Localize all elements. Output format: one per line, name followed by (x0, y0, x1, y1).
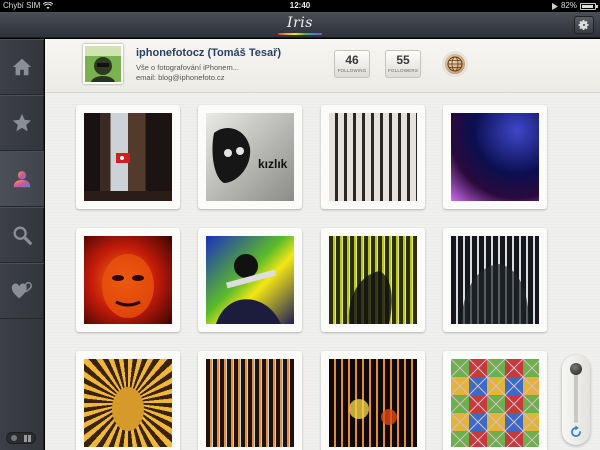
list-view-dot[interactable] (10, 435, 17, 441)
clock: 12:40 (289, 1, 311, 10)
gear-icon (578, 20, 589, 31)
following-button[interactable]: 46 FOLLOWING (334, 50, 370, 78)
photo-tile[interactable] (198, 228, 302, 332)
graffiti-text: kızlık (258, 157, 288, 171)
globe-icon (447, 56, 463, 72)
photo-tile[interactable] (76, 105, 180, 209)
battery-status: 82% (551, 0, 598, 12)
navigation-bar: Iris (0, 12, 600, 38)
user-icon (13, 170, 31, 187)
profile-bio: Vše o fotografování iPhonem... email: bl… (136, 63, 239, 83)
sunburst-detail (112, 387, 144, 431)
avatar-image (85, 46, 121, 82)
photo-tile[interactable] (443, 105, 547, 209)
search-icon (13, 226, 32, 245)
bw-detail (461, 264, 529, 324)
photo-thumbnail (84, 359, 172, 447)
silhouette-detail (348, 271, 392, 324)
photo-tile[interactable] (76, 228, 180, 332)
star-icon (12, 113, 32, 131)
avatar[interactable] (83, 44, 123, 84)
photo-tile[interactable] (76, 351, 180, 450)
photo-thumbnail (451, 236, 539, 324)
sidebar-item-profile[interactable] (0, 151, 44, 207)
photo-thumbnail (206, 359, 294, 447)
status-bar: Chybí SIM 12:40 82% (0, 0, 600, 12)
refresh-icon (571, 425, 581, 437)
photo-thumbnail (84, 236, 172, 324)
sidebar (0, 39, 44, 450)
photo-thumbnail (206, 236, 294, 324)
photo-tile[interactable] (198, 351, 302, 450)
app-logo: Iris (287, 15, 313, 31)
photo-tile[interactable] (321, 228, 425, 332)
play-icon (551, 2, 558, 10)
photo-thumbnail (329, 359, 417, 447)
logo-rainbow-bar (278, 33, 322, 35)
following-count: 46 (345, 53, 359, 67)
sidebar-item-favorites[interactable] (0, 95, 44, 151)
photo-grid: kızlık (45, 93, 600, 450)
followers-count: 55 (396, 53, 410, 67)
grid-view-icon[interactable] (24, 434, 32, 442)
photo-tile[interactable] (321, 105, 425, 209)
stripes-detail (349, 399, 397, 425)
photo-thumbnail (451, 359, 539, 447)
slider-knob[interactable] (570, 363, 582, 375)
bio-line: Vše o fotografování iPhonem... (136, 63, 239, 72)
home-icon (12, 58, 32, 75)
photo-tile[interactable] (443, 228, 547, 332)
following-label: FOLLOWING (337, 68, 367, 73)
settings-button[interactable] (574, 16, 594, 34)
bio-email: email: blog@iphonefoto.cz (136, 73, 225, 82)
refresh-button[interactable] (568, 425, 584, 441)
musician-detail (216, 254, 281, 324)
battery-percent: 82% (560, 1, 577, 10)
sidebar-item-likes[interactable] (0, 263, 44, 319)
photo-thumbnail (329, 113, 417, 201)
layout-toggle[interactable] (6, 432, 36, 444)
followers-label: FOLLOWERS (387, 68, 419, 73)
battery-icon (580, 2, 598, 10)
photo-thumbnail (84, 113, 172, 201)
followers-button[interactable]: 55 FOLLOWERS (385, 50, 421, 78)
sidebar-item-search[interactable] (0, 207, 44, 263)
zoom-slider[interactable] (562, 355, 590, 445)
profile-header: iphonefotocz (Tomáš Tesař) Vše o fotogra… (45, 39, 600, 93)
flag-detail (84, 153, 172, 201)
graffiti-detail: kızlık (212, 128, 288, 183)
photo-thumbnail (329, 236, 417, 324)
profile-name[interactable]: iphonefotocz (Tomáš Tesař) (136, 47, 281, 59)
photo-tile[interactable] (443, 351, 547, 450)
photo-tile[interactable]: kızlık (198, 105, 302, 209)
photo-thumbnail: kızlık (206, 113, 294, 201)
photo-thumbnail (451, 113, 539, 201)
website-button[interactable] (443, 52, 467, 76)
hearts-icon (11, 281, 32, 298)
sidebar-item-home[interactable] (0, 39, 44, 95)
photo-tile[interactable] (321, 351, 425, 450)
face-detail (102, 254, 154, 318)
